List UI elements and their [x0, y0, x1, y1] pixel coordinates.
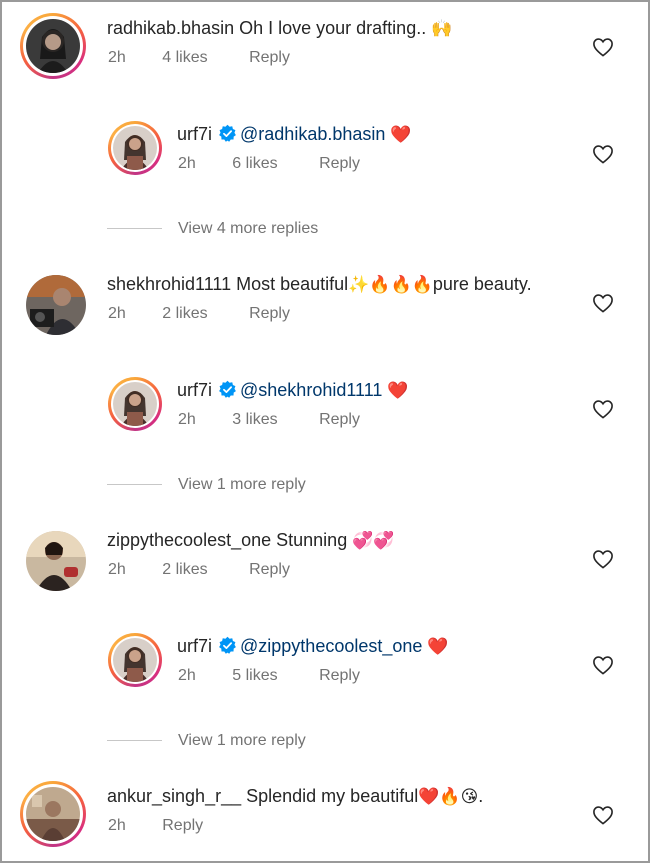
reply-text: urf7i @radhikab.bhasin ❤️ [177, 123, 412, 145]
red-heart-emoji-icon: ❤️ [390, 125, 412, 144]
reply-text: urf7i @zippythecoolest_one ❤️ [177, 635, 449, 657]
reply-button[interactable]: Reply [249, 48, 290, 68]
comment-username[interactable]: radhikab.bhasin [107, 18, 234, 38]
verified-badge-icon [219, 124, 236, 142]
comment-text: zippythecoolest_one Stunning 💞💞 [107, 529, 395, 551]
comment-time: 2h [108, 817, 126, 834]
heart-outline-icon[interactable] [592, 293, 614, 313]
comment-likes[interactable]: 2 likes [162, 304, 207, 324]
sparkles-fire-emoji-icon: ✨🔥🔥🔥 [348, 275, 433, 294]
reply-username[interactable]: urf7i [177, 636, 212, 656]
reply-button[interactable]: Reply [319, 666, 360, 686]
avatar[interactable] [26, 275, 86, 335]
view-more-replies[interactable]: View 4 more replies [107, 219, 318, 239]
comment-time: 2h [108, 561, 126, 578]
avatar[interactable] [113, 638, 157, 682]
avatar[interactable] [26, 787, 80, 841]
divider [107, 228, 162, 230]
reply-likes[interactable]: 6 likes [232, 154, 277, 174]
reply-meta: 2h 5 likes Reply [178, 666, 360, 686]
reply-button[interactable]: Reply [162, 816, 203, 836]
view-more-replies[interactable]: View 1 more reply [107, 731, 306, 751]
reply-meta: 2h 3 likes Reply [178, 410, 360, 430]
reply-time: 2h [178, 155, 196, 172]
view-more-label[interactable]: View 1 more reply [178, 732, 306, 749]
heart-outline-icon[interactable] [592, 144, 614, 164]
view-more-label[interactable]: View 4 more replies [178, 220, 318, 237]
comment-text: shekhrohid1111 Most beautiful✨🔥🔥🔥pure be… [107, 273, 532, 295]
reply-button[interactable]: Reply [249, 560, 290, 580]
comment-meta: 2h 4 likes Reply [108, 48, 290, 68]
reply-button[interactable]: Reply [319, 154, 360, 174]
reply-text: urf7i @shekhrohid1111 ❤️ [177, 379, 409, 401]
comment-meta: 2h 2 likes Reply [108, 304, 290, 324]
heart-fire-kiss-emoji-icon: ❤️🔥😘 [418, 787, 479, 806]
avatar[interactable] [113, 382, 157, 426]
view-more-label[interactable]: View 1 more reply [178, 476, 306, 493]
comment-text: radhikab.bhasin Oh I love your drafting.… [107, 17, 452, 39]
comment-time: 2h [108, 305, 126, 322]
reply-button[interactable]: Reply [249, 304, 290, 324]
red-heart-emoji-icon: ❤️ [427, 637, 449, 656]
comment-username[interactable]: ankur_singh_r__ [107, 786, 241, 806]
heart-outline-icon[interactable] [592, 655, 614, 675]
comment-body-end: . [478, 786, 484, 806]
comment-username[interactable]: shekhrohid1111 [107, 274, 231, 294]
comment-text: ankur_singh_r__ Splendid my beautiful❤️🔥… [107, 785, 483, 807]
avatar[interactable] [26, 531, 86, 591]
verified-badge-icon [219, 636, 236, 654]
mention-link[interactable]: @radhikab.bhasin [240, 124, 385, 144]
mention-link[interactable]: @shekhrohid1111 [240, 380, 382, 400]
reply-button[interactable]: Reply [319, 410, 360, 430]
comment-meta: 2h 2 likes Reply [108, 560, 290, 580]
verified-badge-icon [219, 380, 236, 398]
comment-time: 2h [108, 49, 126, 66]
heart-outline-icon[interactable] [592, 549, 614, 569]
comment-likes[interactable]: 4 likes [162, 48, 207, 68]
heart-outline-icon[interactable] [592, 805, 614, 825]
revolving-hearts-emoji-icon: 💞💞 [352, 531, 395, 550]
divider [107, 740, 162, 742]
avatar[interactable] [26, 19, 80, 73]
comment-likes[interactable]: 2 likes [162, 560, 207, 580]
reply-likes[interactable]: 5 likes [232, 666, 277, 686]
comment-body: Stunning [276, 530, 353, 550]
comment-body-end: pure beauty. [432, 274, 532, 294]
reply-username[interactable]: urf7i [177, 380, 212, 400]
comment-body: Splendid my beautiful [246, 786, 419, 806]
avatar[interactable] [113, 126, 157, 170]
raising-hands-emoji-icon: 🙌 [431, 19, 453, 38]
view-more-replies[interactable]: View 1 more reply [107, 475, 306, 495]
divider [107, 484, 162, 486]
reply-likes[interactable]: 3 likes [232, 410, 277, 430]
red-heart-emoji-icon: ❤️ [387, 381, 409, 400]
reply-time: 2h [178, 667, 196, 684]
comment-body: Oh I love your drafting.. [239, 18, 432, 38]
heart-outline-icon[interactable] [592, 399, 614, 419]
reply-username[interactable]: urf7i [177, 124, 212, 144]
comment-body: Most beautiful [236, 274, 349, 294]
heart-outline-icon[interactable] [592, 37, 614, 57]
reply-meta: 2h 6 likes Reply [178, 154, 360, 174]
mention-link[interactable]: @zippythecoolest_one [240, 636, 422, 656]
reply-time: 2h [178, 411, 196, 428]
comment-username[interactable]: zippythecoolest_one [107, 530, 271, 550]
comment-meta: 2h Reply [108, 816, 203, 836]
